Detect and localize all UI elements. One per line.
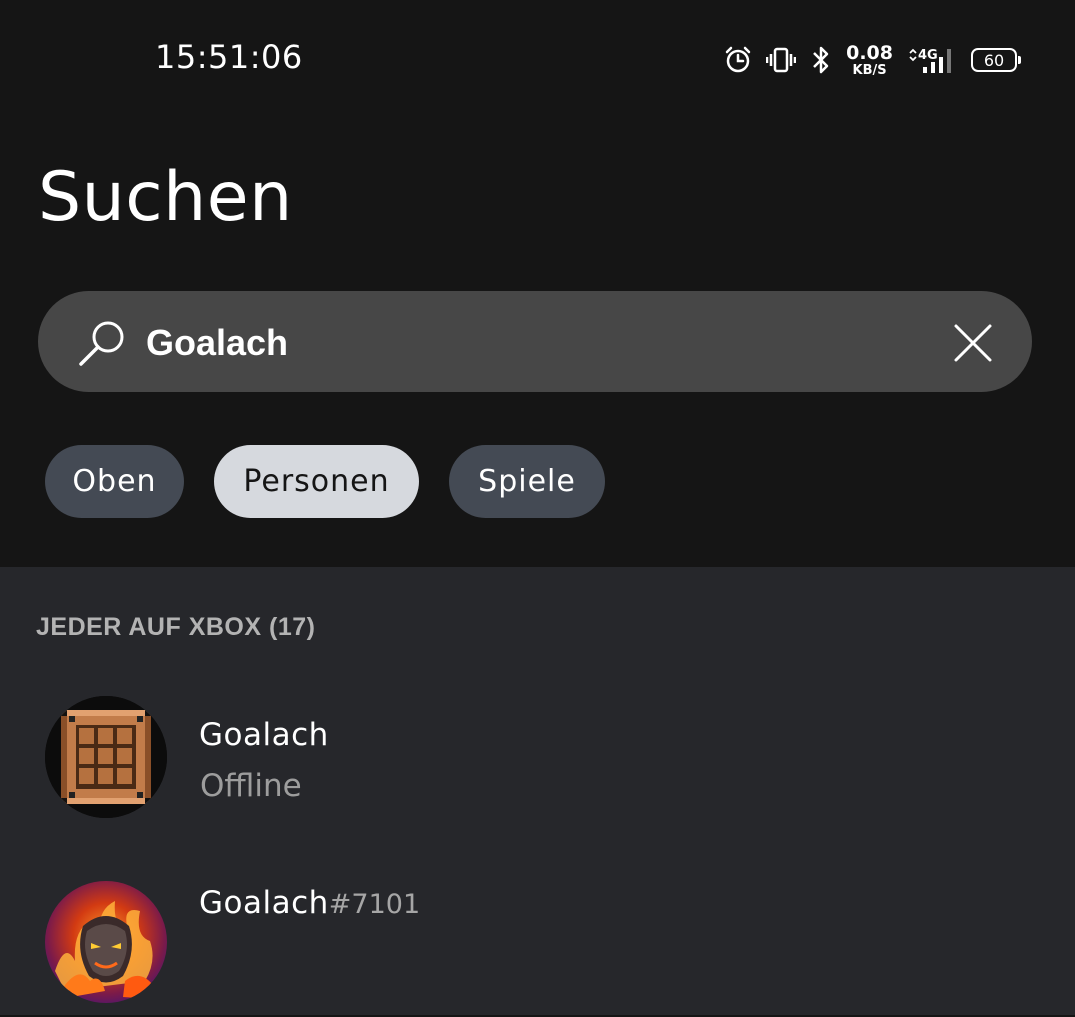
alarm-icon bbox=[725, 46, 751, 73]
gamertag: Goalach bbox=[199, 717, 329, 753]
vibrate-icon bbox=[766, 47, 797, 73]
person-result-row[interactable]: Goalach#7101 bbox=[0, 867, 1075, 1017]
gamertag-suffix: #7101 bbox=[328, 889, 421, 920]
network-type: 4G bbox=[918, 48, 938, 63]
clear-search-icon[interactable] bbox=[950, 320, 996, 366]
fire-demon-avatar bbox=[45, 881, 167, 1003]
avatar bbox=[45, 696, 167, 818]
filter-chip-label: Oben bbox=[72, 464, 157, 499]
presence-status: Offline bbox=[200, 768, 302, 804]
filter-chip-spiele[interactable]: Spiele bbox=[449, 445, 605, 518]
person-result-row[interactable]: Goalach Offline bbox=[0, 682, 1075, 832]
network-speed-value: 0.08 bbox=[846, 41, 893, 64]
status-clock: 15:51:06 bbox=[155, 38, 303, 76]
search-input[interactable]: Goalach bbox=[146, 322, 288, 364]
filter-chip-personen[interactable]: Personen bbox=[214, 445, 419, 518]
battery-icon: 60 bbox=[971, 48, 1021, 72]
page-title: Suchen bbox=[38, 158, 293, 237]
section-header: JEDER AUF XBOX (17) bbox=[36, 613, 316, 641]
filter-chip-label: Spiele bbox=[478, 464, 576, 499]
battery-level: 60 bbox=[983, 50, 1005, 70]
filter-chip-label: Personen bbox=[243, 464, 390, 499]
network-speed: 0.08 KB/S bbox=[846, 41, 893, 78]
gamertag: Goalach#7101 bbox=[199, 885, 420, 921]
search-icon bbox=[79, 321, 124, 366]
status-bar: 15:51:06 0.08 KB/S 4G 60 bbox=[0, 0, 1075, 115]
network-speed-unit: KB/S bbox=[852, 62, 887, 78]
signal-4g-icon: 4G bbox=[909, 48, 951, 73]
bluetooth-icon bbox=[813, 46, 829, 74]
status-icons: 0.08 KB/S 4G 60 bbox=[724, 40, 1021, 80]
gamertag-name: Goalach bbox=[199, 885, 329, 921]
gamertag-name: Goalach bbox=[199, 717, 329, 753]
avatar bbox=[45, 881, 167, 1003]
filter-chip-oben[interactable]: Oben bbox=[45, 445, 184, 518]
crafting-table-icon bbox=[45, 696, 167, 818]
results-panel: JEDER AUF XBOX (17) Goalach Offline Goal… bbox=[0, 567, 1075, 1015]
